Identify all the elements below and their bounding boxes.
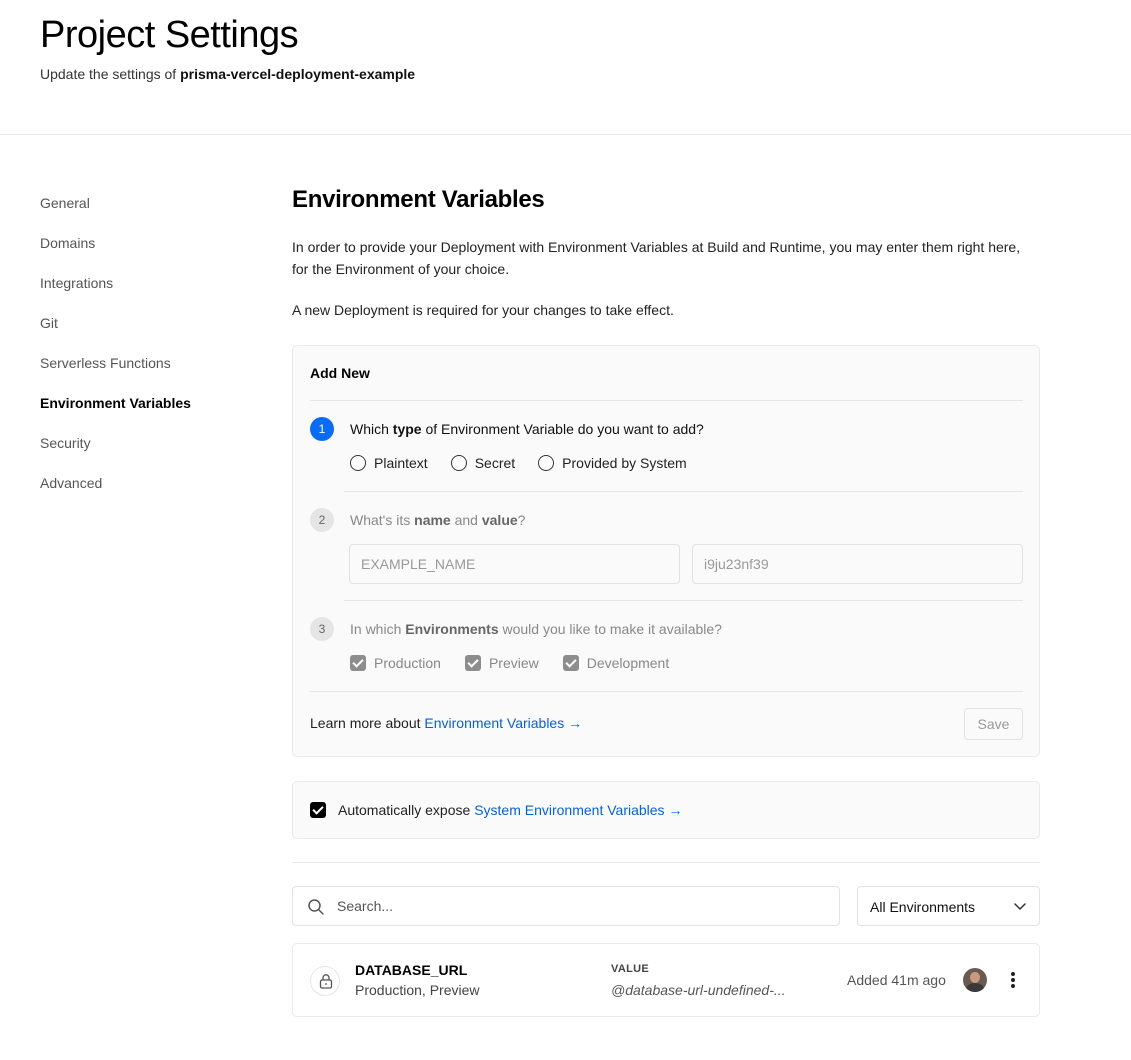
step-1-badge: 1 xyxy=(310,417,334,441)
checkbox-production[interactable]: Production xyxy=(350,655,441,671)
add-new-card: Add New 1 Which type of Environment Vari… xyxy=(292,345,1040,757)
radio-plaintext[interactable]: Plaintext xyxy=(350,455,428,471)
checkbox-checked[interactable] xyxy=(464,655,481,671)
expose-label: Automatically expose System Environment … xyxy=(338,802,683,818)
search-input[interactable] xyxy=(337,887,827,925)
radio-circle[interactable] xyxy=(450,455,467,471)
sidebar-item-environment-variables[interactable]: Environment Variables xyxy=(40,390,260,430)
system-env-vars-link[interactable]: System Environment Variables → xyxy=(474,802,682,818)
divider xyxy=(344,600,1023,601)
learn-more-text: Learn more about Environment Variables → xyxy=(310,715,583,731)
sidebar-item-advanced[interactable]: Advanced xyxy=(40,470,260,510)
value-input[interactable] xyxy=(692,544,1023,584)
sidebar-item-general[interactable]: General xyxy=(40,190,260,230)
step-3-question: In which Environments would you like to … xyxy=(350,621,722,637)
page-title: Project Settings xyxy=(40,14,299,56)
page-subtitle: Update the settings of prisma-vercel-dep… xyxy=(40,66,416,82)
divider xyxy=(310,691,1023,692)
variable-name: DATABASE_URL xyxy=(355,962,468,978)
divider xyxy=(292,862,1040,863)
page-header: Project Settings Update the settings of … xyxy=(0,0,1131,135)
added-timestamp: Added 41m ago xyxy=(847,972,946,988)
radio-circle[interactable] xyxy=(538,455,555,471)
variable-environments: Production, Preview xyxy=(355,982,480,998)
section-title: Environment Variables xyxy=(292,186,545,213)
avatar xyxy=(963,968,987,992)
search-icon xyxy=(308,899,324,915)
deployment-note: A new Deployment is required for your ch… xyxy=(292,302,674,318)
checkbox-development[interactable]: Development xyxy=(562,655,669,671)
sidebar-item-integrations[interactable]: Integrations xyxy=(40,270,260,310)
expose-system-vars-card: Automatically expose System Environment … xyxy=(292,781,1040,839)
lock-icon xyxy=(319,974,333,989)
step-2-question: What's its name and value? xyxy=(350,512,526,528)
project-name: prisma-vercel-deployment-example xyxy=(180,66,416,82)
step-3-badge: 3 xyxy=(310,617,334,641)
radio-provided-by-system[interactable]: Provided by System xyxy=(538,455,687,471)
lock-icon-wrapper xyxy=(310,966,340,996)
type-radio-group: Plaintext Secret Provided by System xyxy=(350,455,710,471)
chevron-down-icon xyxy=(1014,903,1026,910)
save-button[interactable]: Save xyxy=(964,708,1023,740)
search-box xyxy=(292,886,840,926)
divider xyxy=(310,400,1023,401)
checkbox-preview[interactable]: Preview xyxy=(464,655,539,671)
expose-checkbox[interactable] xyxy=(310,802,326,818)
environment-filter-value: All Environments xyxy=(870,899,976,915)
sidebar-item-git[interactable]: Git xyxy=(40,310,260,350)
name-input[interactable] xyxy=(349,544,680,584)
value-label: VALUE xyxy=(611,963,649,975)
section-description: In order to provide your Deployment with… xyxy=(292,239,1021,277)
radio-circle[interactable] xyxy=(350,455,366,471)
settings-sidebar: General Domains Integrations Git Serverl… xyxy=(40,190,260,510)
checkbox-checked[interactable] xyxy=(562,655,579,671)
variable-value: @database-url-undefined-... xyxy=(611,982,786,998)
main-content: Environment Variables In order to provid… xyxy=(292,186,1040,1017)
radio-secret[interactable]: Secret xyxy=(450,455,515,471)
sidebar-item-serverless-functions[interactable]: Serverless Functions xyxy=(40,350,260,390)
step-2-badge: 2 xyxy=(310,508,334,532)
divider xyxy=(344,491,1023,492)
sidebar-item-security[interactable]: Security xyxy=(40,430,260,470)
env-vars-docs-link[interactable]: Environment Variables → xyxy=(424,715,582,731)
environment-filter-select[interactable]: All Environments xyxy=(857,886,1040,926)
environment-checkbox-group: Production Preview Development xyxy=(350,655,693,671)
more-vertical-icon[interactable] xyxy=(1003,970,1023,990)
step-1-question: Which type of Environment Variable do yo… xyxy=(350,421,704,437)
sidebar-item-domains[interactable]: Domains xyxy=(40,230,260,270)
add-new-title: Add New xyxy=(310,365,370,381)
env-variable-row: DATABASE_URL Production, Preview VALUE @… xyxy=(292,943,1040,1017)
checkbox-checked[interactable] xyxy=(350,655,366,671)
